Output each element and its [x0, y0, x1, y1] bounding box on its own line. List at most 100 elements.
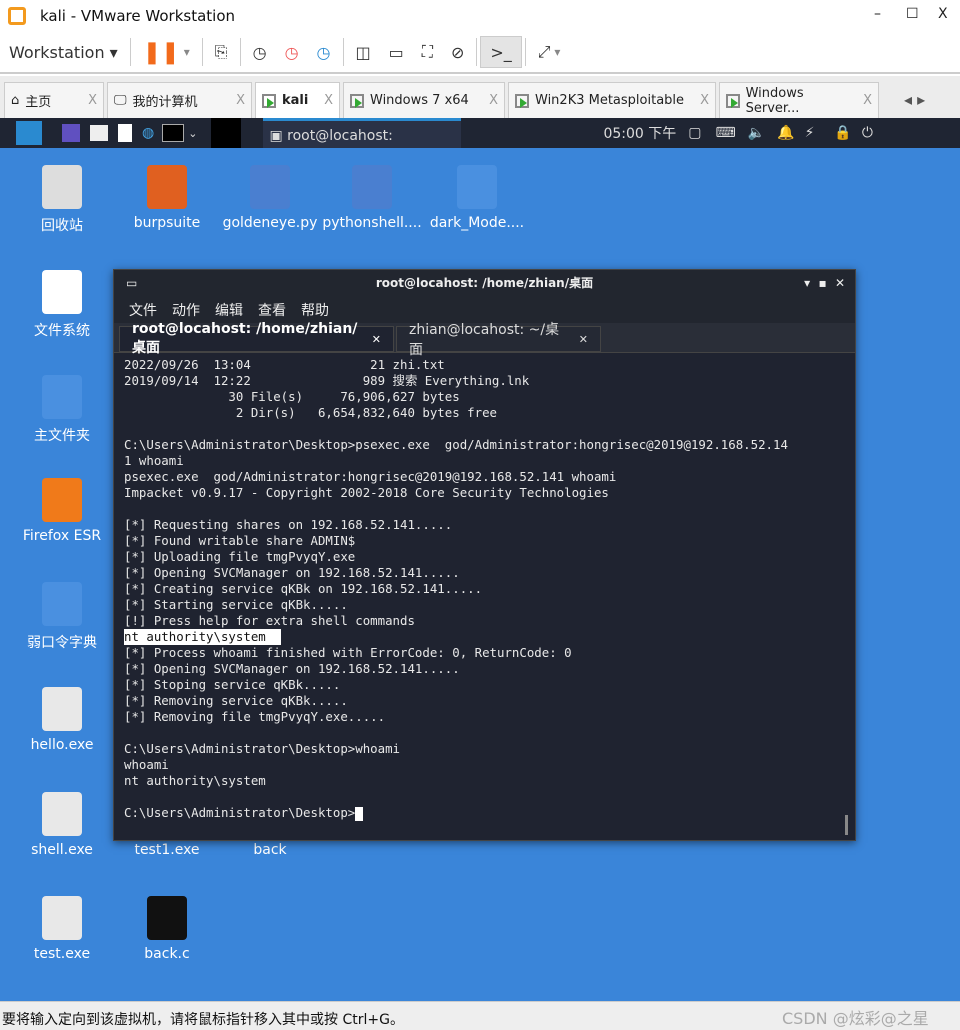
vm-icon: [350, 93, 364, 108]
close-tab-icon[interactable]: X: [324, 93, 333, 108]
snapshot-manager-icon[interactable]: ◷: [308, 36, 340, 68]
desktop-icon[interactable]: dark_Mode....: [427, 165, 527, 231]
toolbar: Workstation ▾ ❚❚ ▾ ⎘ ◷ ◷ ◷ ◫ ▭ ⛶ ⊘ >_ ⤢ …: [0, 32, 960, 74]
send-ctrl-alt-del-icon[interactable]: ⎘: [206, 36, 237, 68]
terminal-window-controls[interactable]: ▾ ▪ ✕: [804, 270, 845, 296]
terminal-line: 2019/09/14 12:22 989 搜索 Everything.lnk: [124, 373, 530, 388]
snapshot-icon[interactable]: ◷: [244, 36, 276, 68]
stretch-icon[interactable]: ⤢ ▾: [529, 36, 570, 68]
close-tab-icon[interactable]: X: [236, 93, 245, 108]
tab-home[interactable]: ⌂ 主页 X: [4, 82, 104, 118]
vm-tab-bar: ⌂ 主页 X 🖵 我的计算机 X kali X Windows 7 x64 X Win2K3…: [0, 76, 960, 118]
files-icon[interactable]: [90, 125, 108, 141]
lock-icon[interactable]: 🔒: [834, 125, 851, 141]
terminal-line: C:\Users\Administrator\Desktop>: [124, 805, 845, 821]
tab-win2k3[interactable]: Win2K3 Metasploitable X: [508, 82, 716, 118]
terminal-line: [*] Removing service qKBk.....: [124, 693, 348, 708]
terminal-line: 2022/09/26 13:04 21 zhi.txt: [124, 357, 445, 372]
desktop-icon[interactable]: 文件系统: [12, 270, 112, 340]
taskbar-window-terminal[interactable]: ▣ root@locahost: /home/z...: [263, 118, 462, 174]
pause-button[interactable]: ❚❚ ▾: [134, 36, 199, 68]
terminal-line: [*] Opening SVCManager on 192.168.52.141…: [124, 661, 460, 676]
close-tab-icon[interactable]: ✕: [579, 333, 588, 346]
power-manager-icon[interactable]: ⚡: [805, 125, 815, 141]
workspace-icon[interactable]: [62, 124, 80, 142]
desktop-icon[interactable]: pythonshell....: [322, 165, 422, 231]
close-tab-icon[interactable]: X: [700, 93, 709, 108]
vm-icon: [262, 93, 276, 108]
terminal-line: [*] Opening SVCManager on 192.168.52.141…: [124, 565, 460, 580]
terminal-line: C:\Users\Administrator\Desktop>whoami: [124, 741, 401, 756]
chevron-down-icon[interactable]: ⌄: [188, 127, 197, 140]
maximize-button[interactable]: ☐: [906, 6, 919, 22]
text-editor-icon[interactable]: [118, 124, 132, 142]
clock[interactable]: 05:00 下午: [603, 123, 676, 143]
terminal-window: root@locahost: /home/zhian/桌面 ▾ ▪ ✕ ▭ 文件…: [113, 269, 856, 841]
scroll-tabs-arrows[interactable]: ◂ ▸: [904, 90, 925, 118]
browser-icon[interactable]: ◍: [142, 125, 154, 141]
volume-icon[interactable]: 🔈: [748, 125, 765, 141]
workstation-menu[interactable]: Workstation ▾: [0, 36, 127, 68]
terminal-tab-root[interactable]: root@locahost: /home/zhian/桌面 ✕: [119, 321, 394, 356]
close-tab-icon[interactable]: X: [489, 93, 498, 108]
desktop-icon[interactable]: 弱口令字典: [12, 582, 112, 652]
display-icon[interactable]: ▢: [688, 125, 701, 141]
desktop-icon-label: 回收站: [41, 218, 83, 234]
window-title: kali - VMware Workstation: [40, 7, 235, 25]
desktop-icon[interactable]: back.c: [117, 896, 217, 962]
terminal-line: [*] Stoping service qKBk.....: [124, 677, 341, 692]
desktop-icon[interactable]: Firefox ESR: [12, 478, 112, 544]
terminal-tabs: root@locahost: /home/zhian/桌面 ✕ zhian@loc…: [114, 321, 855, 358]
logout-icon[interactable]: ⏻: [862, 125, 873, 141]
keyboard-icon[interactable]: ⌨: [715, 125, 735, 141]
thumbnail-bar-icon[interactable]: ▭: [380, 36, 413, 68]
tab-windows-server[interactable]: Windows Server... X: [719, 82, 879, 118]
desktop-icon[interactable]: 主文件夹: [12, 375, 112, 445]
terminal-menu-item[interactable]: 帮助: [301, 300, 329, 320]
terminal-tab-zhian[interactable]: zhian@locahost: ~/桌面 ✕: [396, 322, 601, 358]
terminal-menu-item[interactable]: 动作: [172, 300, 200, 320]
vm-icon: [515, 93, 529, 108]
notification-bell-icon[interactable]: 🔔: [777, 125, 794, 141]
close-button[interactable]: X: [938, 6, 948, 22]
terminal-output[interactable]: 2022/09/26 13:04 21 zhi.txt 2019/09/14 12…: [114, 353, 855, 825]
tab-kali[interactable]: kali X: [255, 82, 340, 118]
console-icon[interactable]: >_: [480, 36, 522, 68]
terminal-launcher-icon[interactable]: [162, 124, 185, 142]
desktop-icon[interactable]: test.exe: [12, 896, 112, 962]
terminal-menu-item[interactable]: 文件: [129, 300, 157, 320]
close-tab-icon[interactable]: ✕: [372, 333, 381, 346]
desktop-icon[interactable]: burpsuite: [117, 165, 217, 231]
kali-menu-icon[interactable]: [16, 121, 42, 145]
terminal-line: [*] Process whoami finished with ErrorCo…: [124, 645, 572, 660]
minimize-button[interactable]: –: [874, 6, 881, 22]
terminal-title: root@locahost: /home/zhian/桌面: [375, 276, 594, 290]
trash-icon: [42, 165, 82, 209]
terminal-tab-label: zhian@locahost: ~/桌面: [409, 322, 560, 358]
desktop-icon-label: 主文件夹: [34, 428, 90, 444]
tab-label: Windows 7 x64: [370, 93, 469, 108]
tab-my-computer[interactable]: 🖵 我的计算机 X: [107, 82, 252, 118]
single-window-icon[interactable]: ◫: [347, 36, 380, 68]
close-tab-icon[interactable]: X: [863, 93, 872, 108]
tab-label: Windows Server...: [745, 85, 804, 116]
revert-snapshot-icon[interactable]: ◷: [276, 36, 308, 68]
desktop-icon[interactable]: hello.exe: [12, 687, 112, 753]
terminal-menu-item[interactable]: 查看: [258, 300, 286, 320]
desktop-icon-label: pythonshell....: [322, 215, 422, 231]
desktop-icon[interactable]: 回收站: [12, 165, 112, 235]
unity-icon[interactable]: ⊘: [442, 36, 473, 68]
tab-windows-7[interactable]: Windows 7 x64 X: [343, 82, 505, 118]
desktop-icon-label: hello.exe: [30, 737, 94, 753]
desktop-icon[interactable]: goldeneye.py: [220, 165, 320, 231]
terminal-line: [*] Found writable share ADMIN$: [124, 533, 356, 548]
desktop-icon-label: shell.exe: [31, 842, 93, 858]
fullscreen-icon[interactable]: ⛶: [413, 36, 442, 68]
terminal-menu-item[interactable]: 编辑: [215, 300, 243, 320]
desktop-icon[interactable]: shell.exe: [12, 792, 112, 858]
close-tab-icon[interactable]: X: [88, 93, 97, 108]
terminal-line: [*] Starting service qKBk.....: [124, 597, 348, 612]
terminal-line: 1 whoami: [124, 453, 184, 468]
scrollbar[interactable]: [845, 815, 848, 835]
terminal-active-icon[interactable]: [211, 118, 242, 148]
